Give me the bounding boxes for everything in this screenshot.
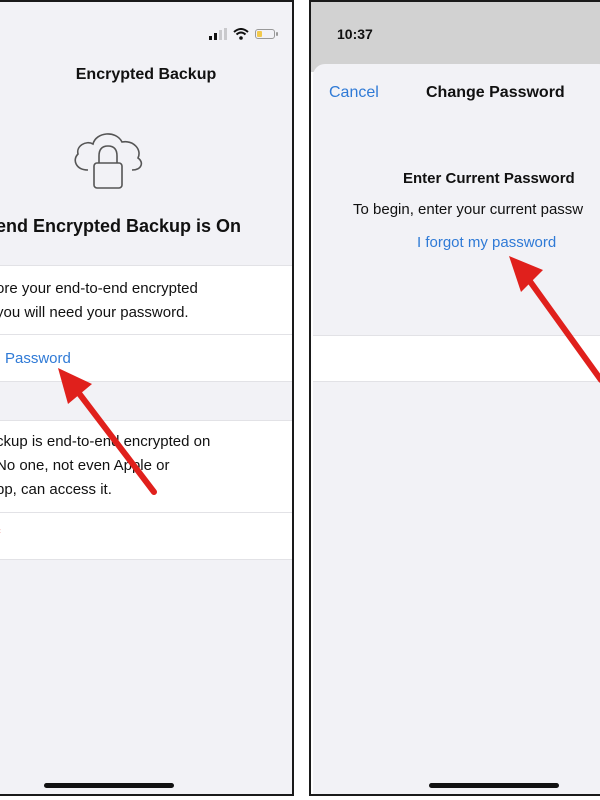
status-time: 10:37 [337, 26, 373, 42]
status-bar-icons [209, 28, 278, 40]
page-title: Encrypted Backup [75, 66, 217, 83]
home-indicator [429, 783, 559, 788]
cancel-button[interactable]: Cancel [329, 84, 379, 102]
red-arrow-annotation [509, 256, 600, 383]
cloud-lock-icon [74, 133, 143, 189]
signal-icon [209, 28, 227, 40]
forgot-password-link[interactable]: I forgot my password [417, 234, 556, 251]
enter-password-heading: Enter Current Password [403, 170, 575, 187]
red-arrow-annotation [58, 368, 157, 495]
wifi-icon [233, 28, 249, 40]
instruction-text: To begin, enter your current passw [353, 201, 584, 218]
card-text-line-1: ore your end-to-end encrypted [0, 280, 198, 297]
right-screenshot: 10:37 Cancel Change Password Enter Curre… [309, 0, 600, 796]
sheet-title: Change Password [426, 84, 565, 101]
left-screenshot: Encrypted Backup o-end Encrypted Backup … [0, 0, 294, 796]
home-indicator [44, 783, 174, 788]
card-text-line-2: you will need your password. [0, 304, 189, 321]
battery-icon [255, 29, 278, 39]
